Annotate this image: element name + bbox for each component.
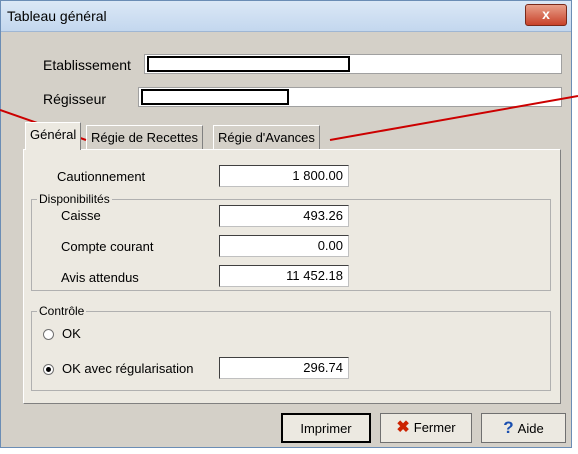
annotation-arrow-right <box>329 95 578 141</box>
tab-general[interactable]: Général <box>25 122 82 150</box>
annotation-arrows <box>0 95 578 141</box>
tab-general-label: Général <box>30 127 77 142</box>
